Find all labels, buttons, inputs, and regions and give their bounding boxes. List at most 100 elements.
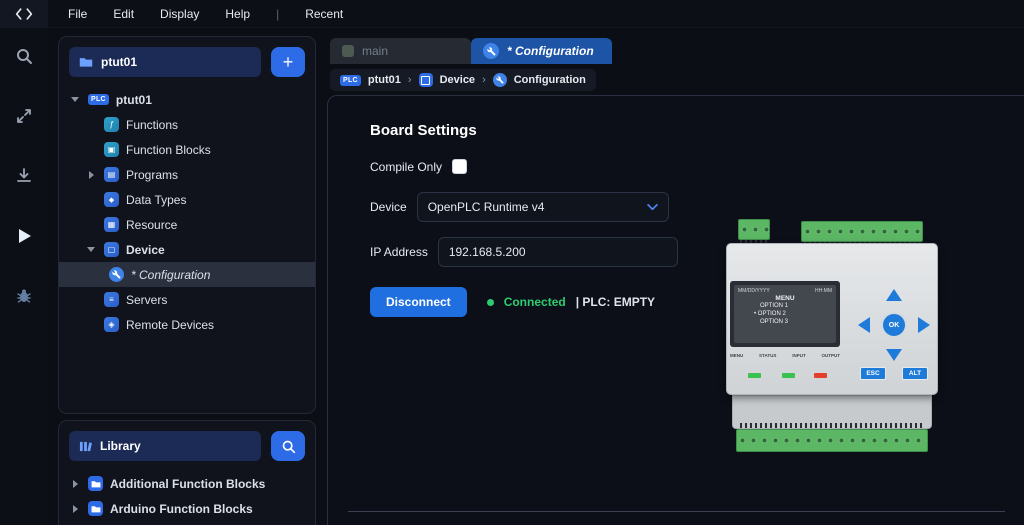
plc-device-image: MM/DD/YYYY HH:MM MENU OPTION 1 OPTION 2 …	[718, 211, 948, 461]
tree-item-label: * Configuration	[131, 267, 211, 282]
ip-address-input[interactable]	[437, 237, 678, 267]
terminal-block-top-right	[801, 221, 923, 242]
tab-main[interactable]: main	[330, 38, 471, 64]
tree-item-device[interactable]: Device	[59, 237, 315, 262]
breadcrumb-separator: ›	[482, 74, 486, 86]
board-settings-title: Board Settings	[370, 122, 477, 139]
esc-button: ESC	[860, 367, 886, 380]
remote-devices-icon	[104, 317, 119, 332]
menu-recent[interactable]: Recent	[305, 7, 343, 21]
content-divider	[348, 511, 1005, 512]
openplc-editor-window: File Edit Display Help | Recent ptut01 +…	[0, 0, 1024, 525]
device-select[interactable]: OpenPLC Runtime v4	[416, 192, 669, 222]
configuration-editor: Board Settings Compile Only Device OpenP…	[327, 95, 1024, 525]
device-label: Device	[370, 200, 407, 214]
chevron-right-icon[interactable]	[69, 478, 81, 490]
library-item-communication[interactable]: Communication Blocks	[59, 521, 315, 525]
breadcrumb-device[interactable]: Device	[440, 74, 475, 86]
compile-only-checkbox[interactable]	[452, 159, 468, 174]
menu-file[interactable]: File	[68, 7, 87, 21]
servers-icon	[104, 292, 119, 307]
plc-panel-labels: MENU STATUS INPUT OUTPUT	[730, 353, 840, 358]
plc-badge: PLC	[340, 74, 361, 86]
wrench-icon	[109, 267, 124, 282]
lcd-date: MM/DD/YYYY	[738, 288, 770, 294]
disconnect-button[interactable]: Disconnect	[370, 287, 467, 317]
library-button[interactable]: Library	[69, 431, 261, 461]
library-item-additional[interactable]: Additional Function Blocks	[59, 471, 315, 496]
library-item-label: Arduino Function Blocks	[110, 501, 253, 516]
tree-item-functions[interactable]: Functions	[59, 112, 315, 137]
library-search-button[interactable]	[271, 431, 305, 461]
dpad-up-icon	[886, 289, 902, 301]
code-icon	[15, 7, 33, 20]
project-button[interactable]: ptut01	[69, 47, 261, 77]
search-icon[interactable]	[10, 42, 38, 70]
pin-row	[740, 423, 924, 428]
plc-status-text: | PLC: EMPTY	[575, 295, 656, 309]
label-menu: MENU	[730, 353, 744, 358]
add-button[interactable]: +	[271, 47, 305, 77]
menu-display[interactable]: Display	[160, 7, 199, 21]
label-input: INPUT	[792, 353, 806, 358]
menubar: File Edit Display Help | Recent	[0, 0, 1024, 28]
status-led-green	[748, 373, 761, 378]
tree-item-remote-devices[interactable]: Remote Devices	[59, 312, 315, 337]
lcd-option-3: OPTION 3	[760, 319, 789, 325]
library-panel: Library Additional Function Blocks Ardui…	[58, 420, 316, 525]
folder-icon	[79, 58, 93, 67]
debug-icon[interactable]	[10, 282, 38, 310]
input-led-green	[782, 373, 795, 378]
chevron-down-icon[interactable]	[85, 244, 97, 256]
library-header: Library	[59, 421, 315, 471]
tab-configuration[interactable]: * Configuration	[471, 38, 612, 64]
tree-item-label: Resource	[126, 217, 178, 232]
app-logo[interactable]	[0, 0, 48, 28]
download-icon[interactable]	[10, 162, 38, 190]
search-icon	[282, 440, 295, 453]
label-output: OUTPUT	[821, 353, 840, 358]
tree-item-configuration[interactable]: * Configuration	[59, 262, 315, 287]
tree-item-resource[interactable]: Resource	[59, 212, 315, 237]
chevron-right-icon[interactable]	[85, 169, 97, 181]
library-item-arduino[interactable]: Arduino Function Blocks	[59, 496, 315, 521]
device-select-value: OpenPLC Runtime v4	[427, 200, 545, 214]
chevron-down-icon[interactable]	[69, 94, 81, 106]
tree-item-data-types[interactable]: Data Types	[59, 187, 315, 212]
editor-area: main * Configuration PLC ptut01 › Device…	[326, 36, 1024, 525]
plc-lcd-screen: MM/DD/YYYY HH:MM MENU OPTION 1 OPTION 2 …	[734, 285, 836, 343]
connected-status-dot	[486, 298, 494, 306]
dpad-left-icon	[858, 317, 870, 333]
tree-item-programs[interactable]: Programs	[59, 162, 315, 187]
menu-help[interactable]: Help	[225, 7, 250, 21]
dpad-right-icon	[918, 317, 930, 333]
tree-item-ptut01[interactable]: PLC ptut01	[59, 87, 315, 112]
device-icon	[418, 73, 433, 87]
output-led-red	[814, 373, 827, 378]
explorer-header: ptut01 +	[59, 37, 315, 87]
library-icon	[79, 441, 92, 451]
programs-icon	[104, 167, 119, 182]
plc-badge: PLC	[88, 94, 109, 105]
breadcrumb-page[interactable]: Configuration	[514, 74, 586, 86]
chevron-down-icon	[646, 203, 658, 210]
library-tree: Additional Function Blocks Arduino Funct…	[59, 471, 315, 525]
activity-bar	[0, 28, 48, 525]
function-blocks-icon	[104, 142, 119, 157]
tree-item-servers[interactable]: Servers	[59, 287, 315, 312]
resize-panel-icon[interactable]	[10, 102, 38, 130]
tree-item-label: Servers	[126, 292, 168, 307]
menu-edit[interactable]: Edit	[113, 7, 134, 21]
chevron-right-icon[interactable]	[69, 503, 81, 515]
plc-dpad: OK	[858, 289, 930, 361]
folder-icon	[88, 476, 103, 491]
breadcrumb-project[interactable]: ptut01	[368, 74, 401, 86]
tree-item-function-blocks[interactable]: Function Blocks	[59, 137, 315, 162]
project-tree: PLC ptut01 Functions Function Blocks Pro…	[59, 87, 315, 337]
run-icon[interactable]	[10, 222, 38, 250]
menu-separator: |	[276, 6, 280, 21]
